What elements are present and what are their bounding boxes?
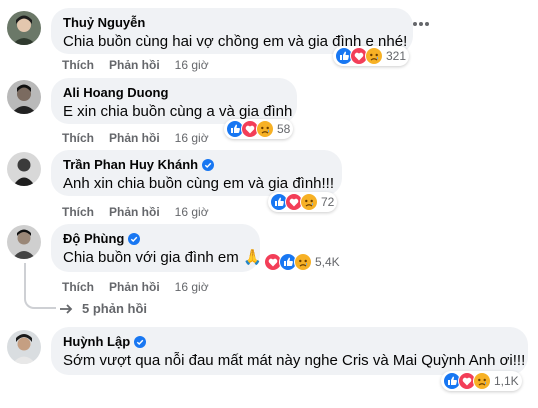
comment-author[interactable]: Độ Phùng [63, 231, 248, 247]
reaction-summary[interactable]: 1,1K [441, 371, 522, 391]
comment-actions: Thích Phản hồi 16 giờ [62, 205, 209, 219]
sad-icon [294, 253, 312, 271]
reaction-count: 1,1K [494, 374, 519, 388]
avatar-image [7, 11, 41, 45]
avatar-image [7, 225, 41, 259]
view-replies-button[interactable]: 5 phản hồi [60, 301, 147, 316]
verified-badge-icon [134, 336, 147, 348]
reaction-count: 72 [321, 195, 335, 209]
comment-timestamp[interactable]: 16 giờ [175, 280, 209, 294]
reaction-summary[interactable]: 58 [224, 119, 294, 139]
like-button[interactable]: Thích [62, 131, 94, 145]
reaction-count: 5,4K [315, 255, 340, 269]
comment-actions: Thích Phản hồi 16 giờ [62, 131, 209, 145]
avatar[interactable] [7, 80, 41, 114]
reply-thread-line [24, 263, 56, 309]
comment-timestamp[interactable]: 16 giờ [175, 131, 209, 145]
reply-button[interactable]: Phản hồi [109, 58, 160, 72]
comment-bubble: Huỳnh Lập Sớm vượt qua nỗi đau mất mát n… [51, 327, 528, 375]
reaction-count: 58 [277, 122, 291, 136]
verified-badge-icon [128, 233, 141, 245]
reply-arrow-icon [60, 303, 73, 314]
sad-icon [365, 47, 383, 65]
reaction-count: 321 [386, 49, 407, 63]
like-button[interactable]: Thích [62, 280, 94, 294]
comment-author[interactable]: Thuỷ Nguyễn [63, 15, 401, 31]
comment-author[interactable]: Trần Phan Huy Khánh [63, 157, 330, 173]
reaction-summary[interactable]: 321 [333, 46, 410, 66]
sad-icon [300, 193, 318, 211]
comment-bubble: Trần Phan Huy Khánh Anh xin chia buồn cù… [51, 150, 342, 196]
comment-author[interactable]: Ali Hoang Duong [63, 85, 285, 101]
more-options-button[interactable] [410, 13, 432, 35]
reply-button[interactable]: Phản hồi [109, 280, 160, 294]
verified-badge-icon [202, 159, 215, 171]
comment-bubble: Độ Phùng Chia buồn với gia đình em 🙏 [51, 224, 262, 272]
avatar[interactable] [7, 11, 41, 45]
sad-icon [473, 372, 491, 390]
comment-actions: Thích Phản hồi 16 giờ [62, 280, 209, 294]
replies-count-label: 5 phản hồi [82, 301, 147, 316]
comment-timestamp[interactable]: 16 giờ [175, 205, 209, 219]
like-button[interactable]: Thích [62, 205, 94, 219]
comment-actions: Thích Phản hồi 16 giờ [62, 58, 209, 72]
comment-text: Chia buồn với gia đình em 🙏 [63, 249, 262, 266]
comment-text: Sớm vượt qua nỗi đau mất mát này nghe Cr… [63, 352, 526, 369]
comment-bubble: Ali Hoang Duong E xin chia buồn cùng a v… [51, 78, 297, 124]
comment-timestamp[interactable]: 16 giờ [175, 58, 209, 72]
comment-author[interactable]: Huỳnh Lập [63, 334, 516, 350]
avatar[interactable] [7, 225, 41, 259]
comment-text: Anh xin chia buồn cùng em và gia đình!!! [63, 175, 335, 192]
like-button[interactable]: Thích [62, 58, 94, 72]
avatar[interactable] [7, 152, 41, 186]
avatar-image [7, 80, 41, 114]
reaction-summary[interactable]: 72 [268, 192, 338, 212]
avatar[interactable] [7, 330, 41, 364]
avatar-image [7, 330, 41, 364]
avatar-image [7, 152, 41, 186]
reply-button[interactable]: Phản hồi [109, 205, 160, 219]
sad-icon [256, 120, 274, 138]
reply-button[interactable]: Phản hồi [109, 131, 160, 145]
reaction-summary[interactable]: 5,4K [262, 252, 343, 272]
more-dots-icon [413, 22, 429, 26]
